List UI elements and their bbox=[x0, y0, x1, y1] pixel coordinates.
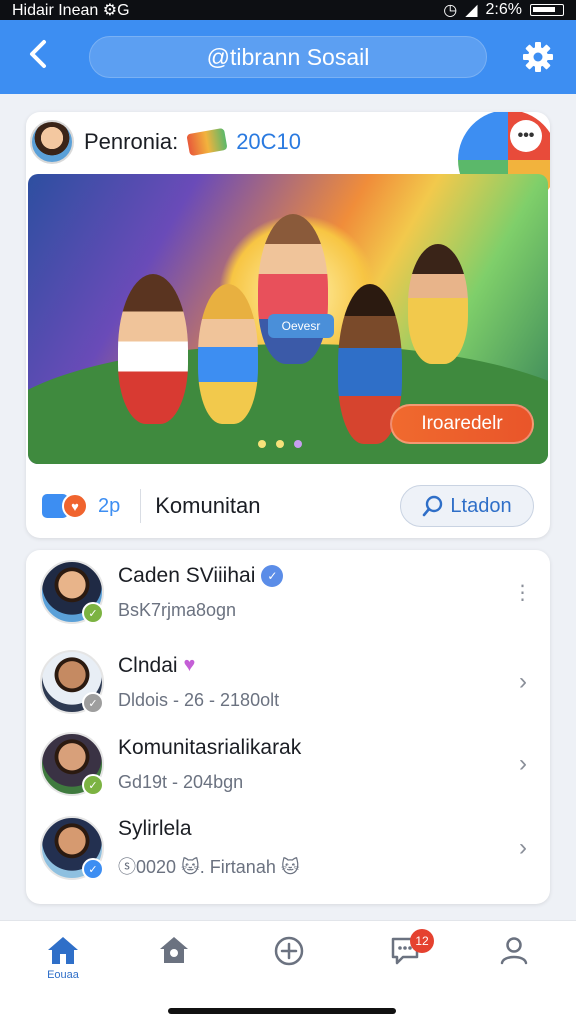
game-badge-icon bbox=[186, 127, 228, 157]
status-left-text: Hidair Inean ⚙G bbox=[12, 2, 130, 19]
divider bbox=[140, 489, 142, 523]
reaction-count[interactable]: 2p bbox=[98, 495, 120, 518]
poster-count: 20C10 bbox=[236, 129, 302, 154]
avatar: ✓ bbox=[40, 732, 104, 796]
list-item-subtitle: Gd19t - 204bgn bbox=[118, 771, 244, 792]
featured-post-card[interactable]: Penronia: 20C10 ••• Oevesr Iroaredelr ♥ … bbox=[26, 112, 550, 538]
list-item[interactable]: ✓ Clndai ♥ Dldois - 26 - 2180olt › bbox=[26, 640, 550, 724]
search-button[interactable]: Ltadon bbox=[400, 485, 534, 527]
back-button[interactable] bbox=[20, 39, 56, 75]
avatar: ✓ bbox=[40, 560, 104, 624]
nav-profile[interactable] bbox=[479, 935, 549, 989]
status-check-icon: ✓ bbox=[82, 602, 104, 624]
list-item-name: Sylirlela bbox=[118, 817, 192, 840]
notification-badge: 12 bbox=[410, 929, 434, 953]
page-title: @tibrann Sosail bbox=[89, 36, 487, 78]
nav-home-label: Eouaa bbox=[47, 969, 79, 981]
list-item[interactable]: ✓ Caden SViiihai ✓ BsK7rjma8ogn ⋮ bbox=[26, 550, 550, 634]
poster-name[interactable]: Penronia: bbox=[84, 129, 178, 155]
post-actions: ♥ 2p Komunitan Ltadon bbox=[26, 474, 550, 538]
signal-icon: ◢ bbox=[465, 2, 478, 19]
poster-avatar[interactable] bbox=[30, 120, 74, 164]
list-item-subtitle: ⓢ0020 🐱. Firtanah 🐱 bbox=[118, 857, 300, 877]
verified-icon: ✓ bbox=[261, 564, 284, 587]
list-item-name: Clndai bbox=[118, 653, 178, 677]
chevron-right-icon[interactable]: › bbox=[510, 834, 536, 862]
search-button-label: Ltadon bbox=[450, 494, 512, 517]
nav-community[interactable] bbox=[139, 935, 209, 989]
home-indicator[interactable] bbox=[168, 1008, 396, 1014]
gear-icon bbox=[523, 42, 553, 72]
person-illustration bbox=[408, 244, 468, 364]
profile-icon bbox=[500, 937, 528, 965]
list-item-subtitle: BsK7rjma8ogn bbox=[118, 599, 237, 620]
nav-create[interactable] bbox=[254, 935, 324, 989]
list-item-name: Caden SViiihai bbox=[118, 563, 256, 587]
status-bar: Hidair Inean ⚙G ◷ ◢ 2:6% bbox=[0, 0, 576, 20]
plus-circle-icon bbox=[274, 936, 304, 966]
status-check-icon: ✓ bbox=[82, 858, 104, 880]
battery-percent: 2:6% bbox=[485, 1, 522, 18]
more-options-button[interactable]: ••• bbox=[510, 120, 542, 152]
search-icon bbox=[423, 495, 443, 517]
person-illustration bbox=[258, 214, 328, 364]
status-check-icon: ✓ bbox=[82, 692, 104, 714]
app-header: @tibrann Sosail bbox=[0, 20, 576, 94]
carousel-dots[interactable] bbox=[258, 440, 302, 448]
status-icons: ◷ ◢ 2:6% bbox=[443, 0, 564, 20]
more-options-icon[interactable]: ⋮ bbox=[510, 580, 536, 605]
battery-icon bbox=[530, 4, 564, 16]
list-item-name: Komunitasrialikarak bbox=[118, 735, 302, 759]
list-item-subtitle: Dldois - 26 - 2180olt bbox=[118, 689, 280, 710]
settings-button[interactable] bbox=[520, 39, 556, 75]
heart-icon: ♥ bbox=[183, 654, 196, 676]
community-icon bbox=[160, 937, 188, 963]
avatar: ✓ bbox=[40, 816, 104, 880]
person-illustration bbox=[198, 284, 258, 424]
heart-icon: ♥ bbox=[62, 493, 88, 519]
alarm-icon: ◷ bbox=[443, 2, 458, 19]
chevron-left-icon bbox=[30, 40, 46, 68]
community-banner-image[interactable]: Oevesr Iroaredelr bbox=[28, 174, 548, 464]
avatar: ✓ bbox=[40, 650, 104, 714]
reaction-icons[interactable]: ♥ bbox=[42, 493, 88, 519]
home-icon bbox=[48, 937, 78, 964]
nav-home[interactable]: Eouaa bbox=[28, 935, 98, 989]
person-illustration bbox=[118, 274, 188, 424]
list-item[interactable]: ✓ Sylirlela ⓢ0020 🐱. Firtanah 🐱 › bbox=[26, 806, 550, 890]
join-button[interactable]: Iroaredelr bbox=[390, 404, 534, 444]
community-list: ✓ Caden SViiihai ✓ BsK7rjma8ogn ⋮ ✓ Clnda… bbox=[26, 550, 550, 904]
status-check-icon: ✓ bbox=[82, 774, 104, 796]
community-label: Komunitan bbox=[155, 493, 261, 518]
chevron-right-icon[interactable]: › bbox=[510, 750, 536, 778]
list-item[interactable]: ✓ Komunitasrialikarak Gd19t - 204bgn › bbox=[26, 722, 550, 806]
nav-messages[interactable]: 12 bbox=[370, 929, 440, 989]
banner-tag: Oevesr bbox=[268, 314, 334, 338]
chevron-right-icon[interactable]: › bbox=[510, 668, 536, 696]
